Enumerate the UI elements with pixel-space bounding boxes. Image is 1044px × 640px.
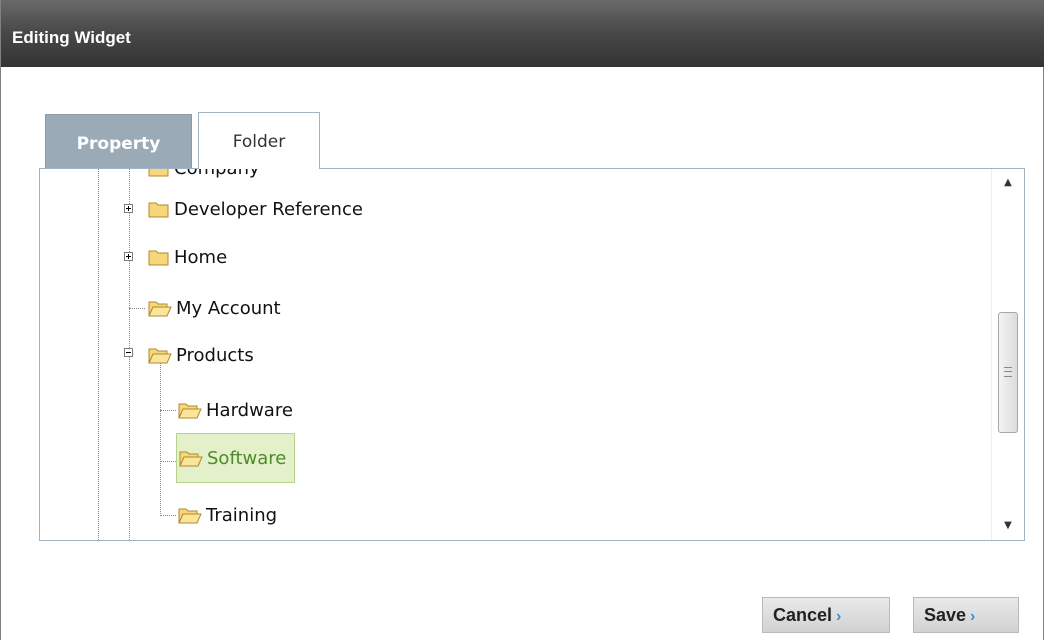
- tree-guide-line: [160, 361, 161, 516]
- cancel-button[interactable]: Cancel ›: [762, 597, 890, 633]
- save-button-label: Save: [924, 605, 967, 625]
- tab-property[interactable]: Property: [45, 114, 192, 168]
- tree-node-training[interactable]: Training: [178, 500, 277, 530]
- grip-icon: [1004, 367, 1012, 377]
- tree-node-label: Products: [176, 344, 254, 366]
- tree-node-home[interactable]: Home: [148, 242, 227, 272]
- tree-node-products[interactable]: Products: [148, 340, 254, 370]
- tree-node-label: Hardware: [206, 399, 293, 421]
- scroll-down-icon[interactable]: ▼: [992, 514, 1024, 538]
- collapse-toggle[interactable]: [124, 348, 133, 357]
- tree-scrollbar[interactable]: ▲ ▼: [991, 169, 1024, 540]
- dialog-titlebar[interactable]: Editing Widget: [1, 0, 1044, 67]
- folder-tree: Company Developer Reference Home: [40, 169, 992, 540]
- tree-guide-line: [160, 410, 176, 411]
- tree-node-label: Home: [174, 246, 228, 268]
- tree-node-developer-reference[interactable]: Developer Reference: [148, 194, 363, 224]
- folder-open-icon: [148, 301, 172, 317]
- tree-node-my-account[interactable]: My Account: [148, 293, 281, 323]
- tree-node-label: My Account: [176, 297, 281, 319]
- editing-widget-dialog: Editing Widget Property Folder Company: [0, 0, 1044, 640]
- tree-node-label: Developer Reference: [174, 198, 363, 220]
- folder-open-icon: [148, 348, 172, 364]
- save-button[interactable]: Save ›: [913, 597, 1019, 633]
- folder-closed-icon: [148, 202, 169, 218]
- tree-node-hardware[interactable]: Hardware: [178, 395, 293, 425]
- chevron-right-icon: ›: [970, 608, 976, 625]
- tree-guide-line: [98, 169, 99, 540]
- tree-node-label: Training: [206, 504, 278, 526]
- chevron-right-icon: ›: [836, 608, 842, 625]
- tree-node-label: Company: [174, 169, 260, 179]
- expand-toggle[interactable]: [124, 204, 133, 213]
- folder-open-icon: [178, 508, 202, 524]
- cancel-button-label: Cancel: [773, 605, 833, 625]
- folder-open-icon: [179, 451, 203, 467]
- folder-closed-icon: [148, 169, 169, 177]
- tree-guide-line: [160, 515, 176, 516]
- tree-node-software[interactable]: Software: [176, 433, 296, 483]
- scroll-up-icon[interactable]: ▲: [992, 171, 1024, 195]
- tree-node-label: Software: [207, 447, 287, 469]
- dialog-title: Editing Widget: [12, 28, 131, 47]
- tree-node-company[interactable]: Company: [148, 169, 260, 183]
- scroll-thumb[interactable]: [998, 312, 1018, 433]
- expand-toggle[interactable]: [124, 252, 133, 261]
- tab-folder[interactable]: Folder: [198, 112, 320, 169]
- folder-closed-icon: [148, 250, 169, 266]
- folder-open-icon: [178, 403, 202, 419]
- tree-guide-line: [160, 461, 176, 462]
- folder-panel: Company Developer Reference Home: [39, 168, 1025, 541]
- tree-guide-line: [129, 308, 145, 309]
